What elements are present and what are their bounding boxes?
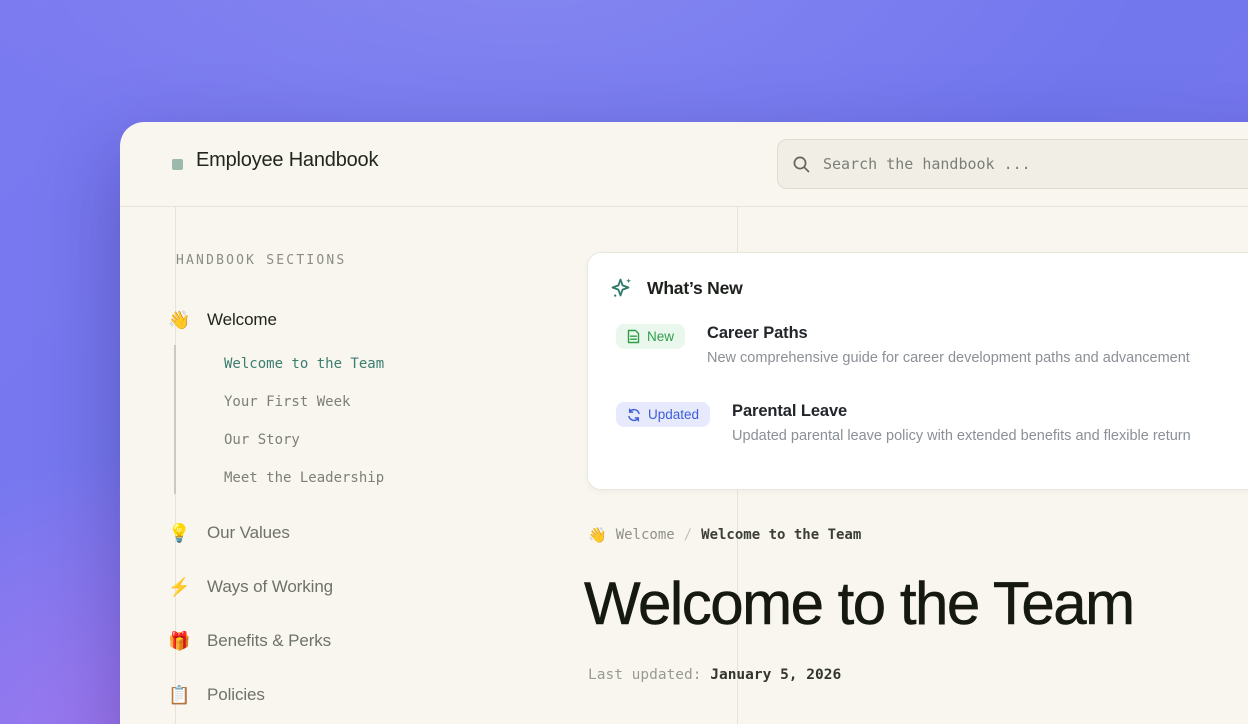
updated-badge: Updated — [616, 402, 710, 427]
whats-new-item-text: Career Paths New comprehensive guide for… — [707, 324, 1190, 366]
refresh-icon — [627, 408, 641, 422]
whats-new-item-parental-leave[interactable]: Updated Parental Leave Updated parental … — [616, 402, 1248, 444]
clipboard-icon: 📋 — [168, 684, 190, 706]
app-title: Employee Handbook — [196, 149, 378, 172]
last-updated: Last updated: January 5, 2026 — [588, 667, 841, 683]
light-bulb-icon: 💡 — [168, 522, 190, 544]
waving-hand-icon: 👋 — [168, 309, 190, 331]
sidebar-subitem-welcome-to-the-team[interactable]: Welcome to the Team — [224, 356, 384, 372]
sidebar-item-our-values[interactable]: 💡 Our Values — [168, 522, 290, 544]
sidebar-section-label: HANDBOOK SECTIONS — [176, 253, 346, 268]
whats-new-item-description: New comprehensive guide for career devel… — [707, 350, 1190, 366]
whats-new-item-description: Updated parental leave policy with exten… — [732, 428, 1191, 444]
sidebar-subitem-your-first-week[interactable]: Your First Week — [224, 394, 350, 410]
sidebar-item-label: Welcome — [207, 310, 277, 330]
gift-icon: 🎁 — [168, 630, 190, 652]
sidebar-subitem-our-story[interactable]: Our Story — [224, 432, 300, 448]
sidebar-item-ways-of-working[interactable]: ⚡ Ways of Working — [168, 576, 333, 598]
page-title: Welcome to the Team — [584, 569, 1134, 638]
search-input[interactable] — [823, 155, 1248, 173]
app-header: Employee Handbook — [120, 122, 1248, 207]
whats-new-item-title: Parental Leave — [732, 402, 1191, 421]
app-logo-icon — [172, 159, 183, 170]
new-badge: New — [616, 324, 685, 349]
waving-hand-icon: 👋 — [588, 526, 607, 544]
purple-backdrop: Employee Handbook HANDBOOK SECTIONS 👋 We… — [0, 0, 1248, 724]
sidebar-item-label: Ways of Working — [207, 577, 333, 597]
search-box[interactable] — [777, 139, 1248, 189]
lightning-bolt-icon: ⚡ — [168, 576, 190, 598]
sidebar-item-label: Our Values — [207, 523, 290, 543]
badge-label: New — [647, 329, 674, 344]
sidebar-item-label: Benefits & Perks — [207, 631, 331, 651]
last-updated-label: Last updated: — [588, 667, 702, 683]
breadcrumb: 👋 Welcome / Welcome to the Team — [588, 526, 861, 544]
whats-new-header: What’s New — [610, 276, 1248, 300]
sidebar-subitem-meet-the-leadership[interactable]: Meet the Leadership — [224, 470, 384, 486]
whats-new-title: What’s New — [647, 278, 743, 299]
subitem-indent-rail — [174, 345, 176, 494]
whats-new-card: What’s New New Career Paths New comprehe… — [587, 252, 1248, 490]
breadcrumb-section-link[interactable]: Welcome — [616, 527, 675, 543]
sidebar-item-benefits-perks[interactable]: 🎁 Benefits & Perks — [168, 630, 331, 652]
search-icon — [792, 155, 811, 174]
whats-new-item-text: Parental Leave Updated parental leave po… — [732, 402, 1191, 444]
badge-label: Updated — [648, 407, 699, 422]
app-window: Employee Handbook HANDBOOK SECTIONS 👋 We… — [120, 122, 1248, 724]
whats-new-item-title: Career Paths — [707, 324, 1190, 343]
breadcrumb-separator: / — [684, 527, 692, 543]
file-text-icon — [627, 329, 640, 344]
sidebar-item-label: Policies — [207, 685, 265, 705]
whats-new-item-career-paths[interactable]: New Career Paths New comprehensive guide… — [616, 324, 1248, 366]
sidebar-item-policies[interactable]: 📋 Policies — [168, 684, 265, 706]
sidebar-item-welcome[interactable]: 👋 Welcome — [168, 309, 277, 331]
sparkle-icon — [610, 276, 634, 300]
breadcrumb-current-page: Welcome to the Team — [701, 527, 861, 543]
last-updated-value: January 5, 2026 — [710, 667, 841, 683]
